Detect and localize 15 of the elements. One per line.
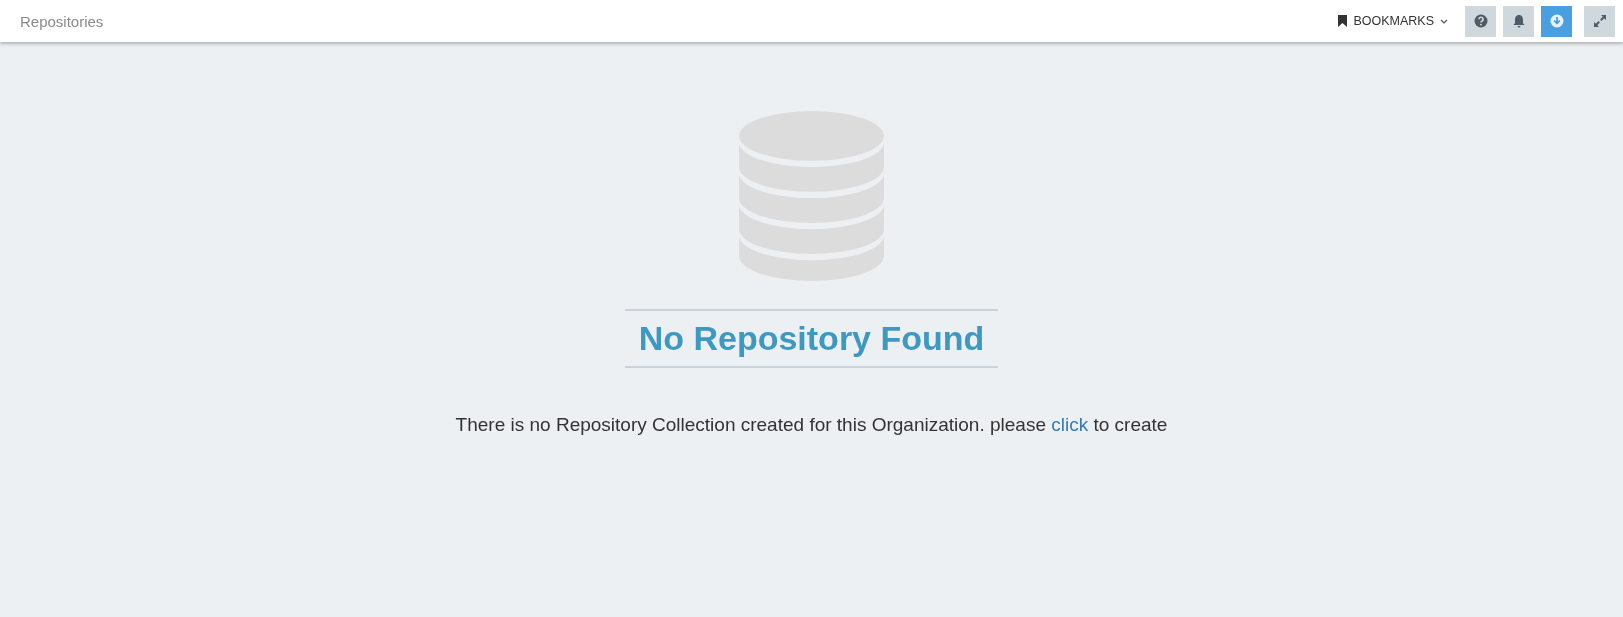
expand-button[interactable] xyxy=(1584,5,1615,37)
download-icon xyxy=(1549,14,1564,28)
bookmarks-dropdown[interactable]: BOOKMARKS xyxy=(1334,14,1452,28)
help-icon xyxy=(1473,14,1488,28)
bell-icon xyxy=(1511,14,1526,28)
empty-state-message: There is no Repository Collection created for this Organization. please click to create xyxy=(455,414,1168,436)
bookmark-icon xyxy=(1338,15,1348,27)
chevron-down-icon xyxy=(1440,18,1448,24)
create-link[interactable]: click xyxy=(1051,414,1089,435)
page-title: Repositories xyxy=(20,12,104,30)
download-button[interactable] xyxy=(1541,5,1572,37)
empty-state-heading: No Repository Found xyxy=(624,309,999,368)
expand-icon xyxy=(1592,14,1607,28)
help-button[interactable] xyxy=(1465,5,1496,37)
bell-button[interactable] xyxy=(1503,5,1534,37)
